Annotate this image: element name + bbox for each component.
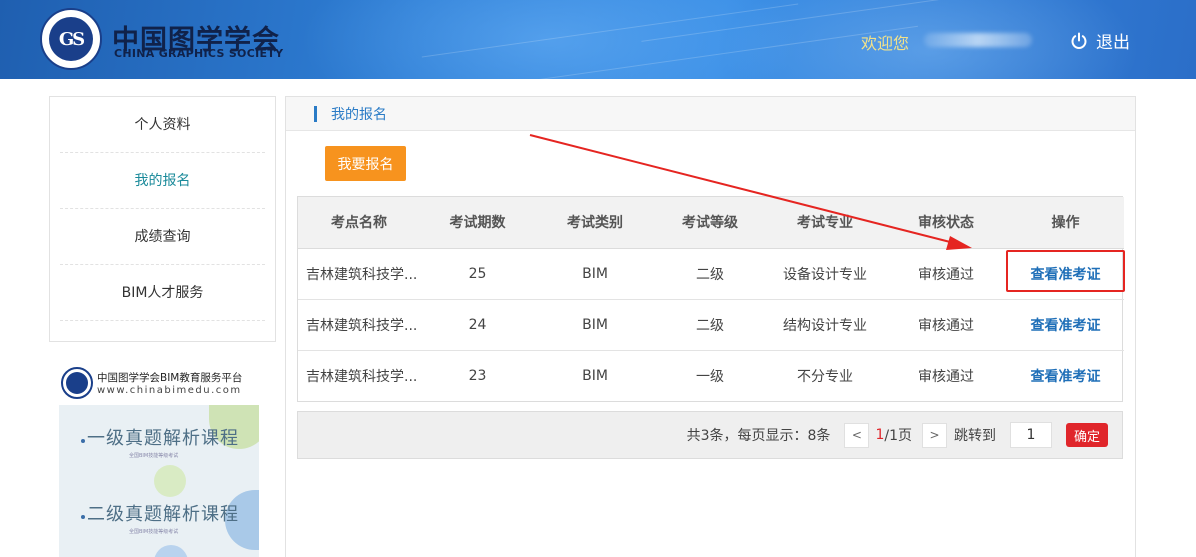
course-subtitle: 全国BIM技能等级考试 <box>129 453 179 459</box>
column-header-action: 操作 <box>1007 197 1124 249</box>
section-header: 我的报名 <box>286 97 1135 131</box>
registration-table: 考点名称 考试期数 考试类别 考试等级 考试专业 审核状态 操作 吉林建筑科技学… <box>297 196 1124 402</box>
cell-period: 23 <box>420 349 535 401</box>
pager-summary: 共3条，每页显示：8条 <box>686 428 831 444</box>
logout-button[interactable]: 退出 <box>1070 28 1130 53</box>
cell-action: 查看准考证 <box>1007 349 1124 401</box>
pager-total-pages: /1页 <box>884 428 912 444</box>
section-title: 我的报名 <box>331 106 387 123</box>
cell-category: BIM <box>535 247 655 299</box>
pager-jump-label: 跳转到 <box>953 428 996 444</box>
cell-major: 结构设计专业 <box>765 298 885 350</box>
main-panel: 我的报名 我要报名 考点名称 考试期数 考试类别 考试等级 考试专业 审核状态 … <box>285 96 1136 557</box>
view-admission-ticket-link[interactable]: 查看准考证 <box>1031 267 1101 283</box>
cell-level: 二级 <box>655 298 765 350</box>
cell-site: 吉林建筑科技学... <box>298 298 420 350</box>
view-admission-ticket-link[interactable]: 查看准考证 <box>1031 369 1101 385</box>
pager-current-page: 1 <box>875 427 885 443</box>
sidebar-item-bim-talent[interactable]: BIM人才服务 <box>60 265 265 321</box>
column-header-major: 考试专业 <box>765 197 885 249</box>
pager-prev-button[interactable]: < <box>844 422 870 448</box>
username-blurred <box>924 33 1032 47</box>
column-header-category: 考试类别 <box>535 197 655 249</box>
column-header-status: 审核状态 <box>885 197 1007 249</box>
banner-title: 中国图学学会BIM教育服务平台 <box>97 371 243 384</box>
cell-level: 二级 <box>655 247 765 299</box>
sidebar-item-my-registration[interactable]: 我的报名 <box>60 153 265 209</box>
header: GS 中国图学学会 CHINA GRAPHICS SOCIETY 欢迎您 退出 <box>0 0 1196 79</box>
cell-category: BIM <box>535 298 655 350</box>
banner-url: www.chinabimedu.com <box>97 384 242 396</box>
table-row: 吉林建筑科技学... 24 BIM 二级 结构设计专业 审核通过 查看准考证 <box>298 298 1124 350</box>
cell-major: 设备设计专业 <box>765 247 885 299</box>
table-row: 吉林建筑科技学... 25 BIM 二级 设备设计专业 审核通过 查看准考证 <box>298 247 1124 299</box>
cell-major: 不分专业 <box>765 349 885 401</box>
view-admission-ticket-link[interactable]: 查看准考证 <box>1031 318 1101 334</box>
signup-button[interactable]: 我要报名 <box>325 146 406 181</box>
pager-jump-input[interactable] <box>1009 422 1052 448</box>
logo-subtitle: CHINA GRAPHICS SOCIETY <box>114 47 284 60</box>
cell-site: 吉林建筑科技学... <box>298 247 420 299</box>
pagination: 共3条，每页显示：8条 < 1 /1页 > 跳转到 确定 <box>297 411 1123 459</box>
table-row: 吉林建筑科技学... 23 BIM 一级 不分专业 审核通过 查看准考证 <box>298 349 1124 401</box>
pager-next-button[interactable]: > <box>921 422 947 448</box>
cell-action: 查看准考证 <box>1007 247 1124 299</box>
cell-status: 审核通过 <box>885 349 1007 401</box>
sidebar-item-score-query[interactable]: 成绩查询 <box>60 209 265 265</box>
column-header-site: 考点名称 <box>298 197 420 249</box>
welcome-text: 欢迎您 <box>861 34 910 53</box>
bim-course-banner[interactable]: 中国图学学会BIM教育服务平台 www.chinabimedu.com 一级真题… <box>59 360 259 557</box>
column-header-level: 考试等级 <box>655 197 765 249</box>
table-header-row: 考点名称 考试期数 考试类别 考试等级 考试专业 审核状态 操作 <box>298 197 1124 249</box>
power-icon <box>1071 32 1087 49</box>
course-title-level2: 二级真题解析课程 <box>87 504 239 525</box>
cell-period: 25 <box>420 247 535 299</box>
cell-status: 审核通过 <box>885 298 1007 350</box>
cell-site: 吉林建筑科技学... <box>298 349 420 401</box>
cell-level: 一级 <box>655 349 765 401</box>
pager-confirm-button[interactable]: 确定 <box>1065 423 1108 447</box>
logout-label: 退出 <box>1096 33 1130 53</box>
society-logo-icon[interactable]: GS <box>40 8 102 70</box>
cell-period: 24 <box>420 298 535 350</box>
course-subtitle: 全国BIM技能等级考试 <box>129 529 179 535</box>
column-header-period: 考试期数 <box>420 197 535 249</box>
course-title-level1: 一级真题解析课程 <box>87 428 239 449</box>
cell-status: 审核通过 <box>885 247 1007 299</box>
cell-category: BIM <box>535 349 655 401</box>
cell-action: 查看准考证 <box>1007 298 1124 350</box>
sidebar-item-profile[interactable]: 个人资料 <box>60 97 265 153</box>
section-marker <box>314 105 317 122</box>
society-logo-icon <box>61 366 93 399</box>
sidebar: 个人资料 我的报名 成绩查询 BIM人才服务 <box>49 96 276 342</box>
